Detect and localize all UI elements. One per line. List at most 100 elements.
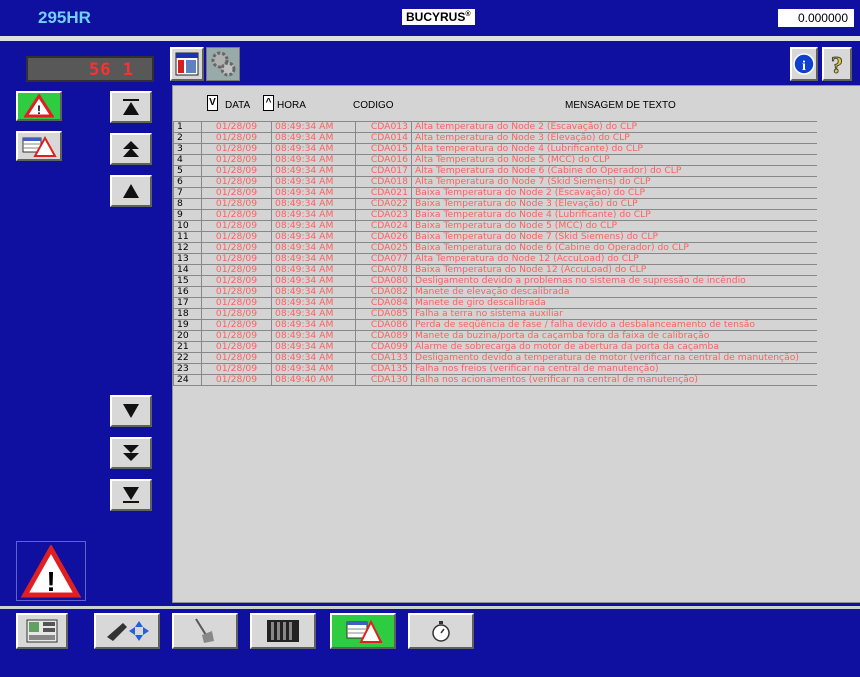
time-cell: 08:49:34 AM [271, 330, 356, 342]
svg-text:!: ! [37, 103, 41, 117]
help-button[interactable]: ? [822, 47, 852, 81]
time-cell: 08:49:34 AM [271, 275, 356, 287]
table-row[interactable]: 7 01/28/09 08:49:34 AM CDA021 Baixa Temperat… [173, 187, 817, 199]
table-row[interactable]: 18 01/28/09 08:49:34 AM CDA085 Falha a terra… [173, 308, 817, 320]
modules-screen-button[interactable] [250, 613, 316, 649]
counter-display: 56 1 [26, 56, 154, 82]
time-cell: 08:49:34 AM [271, 154, 356, 166]
date-cell: 01/28/09 [201, 132, 272, 144]
row-number-cell: 3 [173, 143, 202, 155]
message-cell: Baixa Temperatura do Node 4 (Lubrificant… [411, 209, 817, 221]
table-row[interactable]: 24 01/28/09 08:49:40 AM CDA130 Falha nos aci… [173, 374, 817, 386]
row-number-cell: 4 [173, 154, 202, 166]
alarm-active-button[interactable]: ! [16, 91, 62, 121]
screen-select-button[interactable] [170, 47, 204, 81]
code-cell: CDA077 [355, 253, 412, 265]
table-row[interactable]: 2 01/28/09 08:49:34 AM CDA014 Alta temperatu… [173, 132, 817, 144]
line-up-icon [123, 184, 139, 198]
time-cell: 08:49:34 AM [271, 253, 356, 265]
table-row[interactable]: 11 01/28/09 08:49:34 AM CDA026 Baixa Tempera… [173, 231, 817, 243]
table-row[interactable]: 6 01/28/09 08:49:34 AM CDA018 Alta Temperatu… [173, 176, 817, 188]
table-row[interactable]: 17 01/28/09 08:49:34 AM CDA084 Manete de gir… [173, 297, 817, 309]
code-cell: CDA023 [355, 209, 412, 221]
info-button[interactable]: i [790, 47, 818, 81]
code-cell: CDA080 [355, 275, 412, 287]
row-number-cell: 21 [173, 341, 202, 353]
time-cell: 08:49:34 AM [271, 132, 356, 144]
table-row[interactable]: 13 01/28/09 08:49:34 AM CDA077 Alta Temperat… [173, 253, 817, 265]
table-row[interactable]: 8 01/28/09 08:49:34 AM CDA022 Baixa Temperat… [173, 198, 817, 210]
scroll-top-button[interactable] [110, 91, 152, 123]
code-cell: CDA014 [355, 132, 412, 144]
table-row[interactable]: 21 01/28/09 08:49:34 AM CDA099 Alarme de sob… [173, 341, 817, 353]
row-number-cell: 19 [173, 319, 202, 331]
table-row[interactable]: 12 01/28/09 08:49:34 AM CDA025 Baixa Tempera… [173, 242, 817, 254]
table-row[interactable]: 3 01/28/09 08:49:34 AM CDA015 Alta temperatu… [173, 143, 817, 155]
timer-screen-button[interactable] [408, 613, 474, 649]
table-row[interactable]: 1 01/28/09 08:49:34 AM CDA013 Alta temperatu… [173, 121, 817, 133]
motion-screen-button[interactable] [94, 613, 160, 649]
page-down-button[interactable] [110, 437, 152, 469]
line-down-button[interactable] [110, 395, 152, 427]
time-cell: 08:49:34 AM [271, 121, 356, 133]
big-warning-icon: ! [21, 545, 81, 598]
table-row[interactable]: 16 01/28/09 08:49:34 AM CDA082 Manete de ele… [173, 286, 817, 298]
date-cell: 01/28/09 [201, 209, 272, 221]
code-cell: CDA016 [355, 154, 412, 166]
row-number-cell: 5 [173, 165, 202, 177]
page-up-button[interactable] [110, 133, 152, 165]
table-row[interactable]: 10 01/28/09 08:49:34 AM CDA024 Baixa Tempera… [173, 220, 817, 232]
svg-text:?: ? [831, 53, 843, 77]
message-cell: Desligamento devido a problemas no siste… [411, 275, 817, 287]
code-cell: CDA026 [355, 231, 412, 243]
table-row[interactable]: 22 01/28/09 08:49:34 AM CDA133 Desligamento … [173, 352, 817, 364]
row-number-cell: 18 [173, 308, 202, 320]
lubrication-screen-button[interactable] [172, 613, 238, 649]
line-up-button[interactable] [110, 175, 152, 207]
date-cell: 01/28/09 [201, 220, 272, 232]
scroll-bottom-icon [123, 487, 139, 503]
row-number-cell: 10 [173, 220, 202, 232]
alarm-list-button[interactable] [16, 131, 62, 161]
row-number-cell: 16 [173, 286, 202, 298]
table-row[interactable]: 9 01/28/09 08:49:34 AM CDA023 Baixa Temperat… [173, 209, 817, 221]
bottom-nav [0, 609, 860, 677]
message-cell: Baixa Temperatura do Node 2 (Escavação) … [411, 187, 817, 199]
date-cell: 01/28/09 [201, 297, 272, 309]
top-toolbar: i ? [168, 41, 860, 85]
table-row[interactable]: 14 01/28/09 08:49:34 AM CDA078 Baixa Tempera… [173, 264, 817, 276]
date-cell: 01/28/09 [201, 352, 272, 364]
row-number-cell: 11 [173, 231, 202, 243]
table-row[interactable]: 5 01/28/09 08:49:34 AM CDA017 Alta Temperatu… [173, 165, 817, 177]
row-number-cell: 7 [173, 187, 202, 199]
row-number-cell: 23 [173, 363, 202, 375]
sort-time-button[interactable]: ^ [263, 95, 274, 111]
table-row[interactable]: 23 01/28/09 08:49:34 AM CDA135 Falha nos fre… [173, 363, 817, 375]
sort-date-button[interactable]: V [207, 95, 218, 111]
date-cell: 01/28/09 [201, 187, 272, 199]
code-cell: CDA021 [355, 187, 412, 199]
table-row[interactable]: 19 01/28/09 08:49:34 AM CDA086 Perda de seqü… [173, 319, 817, 331]
alarms-screen-button[interactable] [330, 613, 396, 649]
scroll-bottom-button[interactable] [110, 479, 152, 511]
table-header: V DATA ^ HORA CODIGO MENSAGEM DE TEXTO [173, 86, 860, 120]
table-row[interactable]: 20 01/28/09 08:49:34 AM CDA089 Manete da buz… [173, 330, 817, 342]
time-cell: 08:49:34 AM [271, 341, 356, 353]
row-number-cell: 15 [173, 275, 202, 287]
row-number-cell: 17 [173, 297, 202, 309]
gear-button[interactable] [206, 47, 240, 81]
time-cell: 08:49:34 AM [271, 297, 356, 309]
table-row[interactable]: 4 01/28/09 08:49:34 AM CDA016 Alta Temperatu… [173, 154, 817, 166]
code-cell: CDA025 [355, 242, 412, 254]
machine-model: 295HR [38, 8, 91, 27]
row-number-cell: 2 [173, 132, 202, 144]
time-cell: 08:49:40 AM [271, 374, 356, 386]
table-row[interactable]: 15 01/28/09 08:49:34 AM CDA080 Desligamento … [173, 275, 817, 287]
panel-screen-button[interactable] [16, 613, 68, 649]
time-cell: 08:49:34 AM [271, 363, 356, 375]
row-number-cell: 14 [173, 264, 202, 276]
message-cell: Baixa Temperatura do Node 5 (MCC) do CLP [411, 220, 817, 232]
message-cell: Perda de seqüência de fase / falha devid… [411, 319, 817, 331]
brush-icon [195, 618, 214, 643]
message-cell: Alta Temperatura do Node 6 (Cabine do Op… [411, 165, 817, 177]
